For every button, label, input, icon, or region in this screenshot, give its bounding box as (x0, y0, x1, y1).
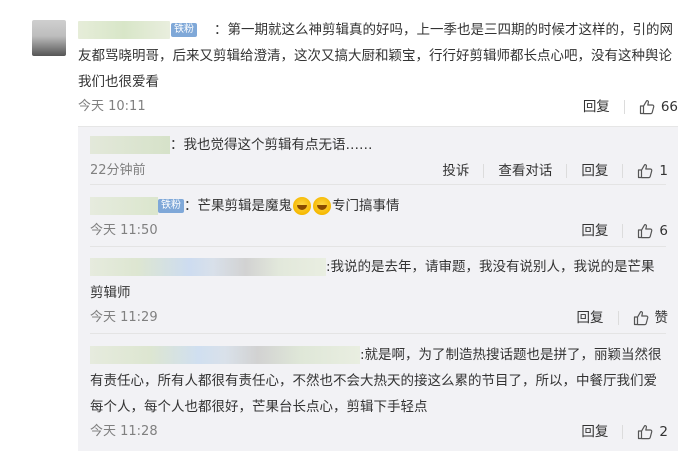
reply-meta: 今天 11:28 回复 2 (90, 422, 668, 442)
reply-time: 今天 11:50 (90, 223, 158, 238)
action-divider (623, 100, 625, 114)
like-count: 1 (659, 163, 668, 179)
action-divider (622, 224, 624, 238)
reply-button[interactable]: 回复 (581, 221, 608, 241)
reply-actions: 回复 6 (581, 221, 668, 241)
avatar[interactable] (32, 20, 66, 56)
comment-actions: 回复 66 (583, 97, 678, 117)
action-divider (566, 164, 568, 178)
reply-time: 今天 11:28 (90, 424, 158, 439)
username-blurred[interactable] (90, 136, 170, 154)
reply-actions: 回复 赞 (577, 308, 669, 328)
reply-button[interactable]: 回复 (581, 161, 608, 181)
like-button[interactable]: 1 (637, 161, 668, 181)
reply-meta: 今天 11:29 回复 赞 (90, 308, 668, 328)
laugh-cry-emoji-icon (313, 197, 331, 215)
report-button[interactable]: 投诉 (442, 161, 469, 181)
reply-meta: 22分钟前 投诉 查看对话 回复 1 (90, 161, 668, 181)
action-divider (622, 425, 624, 439)
reply-list: ：我也觉得这个剪辑有点无语…… 22分钟前 投诉 查看对话 回复 1 铁粉 ：芒果… (78, 126, 678, 451)
username-blurred[interactable] (90, 346, 360, 364)
like-count: 66 (660, 99, 678, 115)
action-divider (483, 164, 485, 178)
reply-time: 今天 11:29 (90, 310, 158, 325)
username-blurred[interactable] (90, 258, 326, 276)
like-button[interactable]: 66 (639, 97, 678, 117)
reply-item: :就是啊，为了制造热搜话题也是拼了，丽颖当然很有责任心，所有人都很有责任心，不然… (78, 334, 678, 451)
thumbs-up-icon (637, 163, 653, 179)
reply-item: 铁粉 ：芒果剪辑是魔鬼 专门搞事情 今天 11:50 回复 6 (78, 185, 678, 247)
reply-body-start: ：芒果剪辑是魔鬼 (184, 198, 292, 214)
like-count: 2 (659, 424, 668, 440)
action-divider (622, 164, 624, 178)
like-label: 赞 (654, 310, 669, 326)
like-button[interactable]: 6 (637, 221, 668, 241)
laugh-cry-emoji-icon (293, 197, 311, 215)
reply-meta: 今天 11:50 回复 6 (90, 221, 668, 241)
reply-body: ：我也觉得这个剪辑有点无语…… (170, 137, 373, 153)
comment-text: ：第一期就这么神剪辑真的好吗，上一季也是三四期的时候才这样的，引的网友都骂晓明哥… (78, 17, 678, 95)
iron-fan-badge: 铁粉 (158, 199, 184, 213)
reply-button[interactable]: 回复 (583, 97, 610, 117)
thumbs-up-icon (633, 310, 649, 326)
thumbs-up-icon (637, 223, 653, 239)
like-count: 6 (659, 223, 668, 239)
action-divider (617, 311, 619, 325)
reply-time: 22分钟前 (90, 163, 146, 178)
reply-text: 铁粉 ：芒果剪辑是魔鬼 专门搞事情 (90, 193, 668, 219)
view-dialog-button[interactable]: 查看对话 (498, 161, 552, 181)
reply-actions: 投诉 查看对话 回复 1 (442, 161, 668, 181)
thumbs-up-icon (639, 99, 655, 115)
reply-text: :就是啊，为了制造热搜话题也是拼了，丽颖当然很有责任心，所有人都很有责任心，不然… (90, 342, 668, 420)
reply-text: ：我也觉得这个剪辑有点无语…… (90, 132, 668, 158)
reply-button[interactable]: 回复 (577, 308, 604, 328)
comment-meta: 今天 10:11 回复 66 (78, 97, 678, 117)
reply-body-end: 专门搞事情 (332, 198, 400, 214)
reply-item: ：我也觉得这个剪辑有点无语…… 22分钟前 投诉 查看对话 回复 1 (78, 127, 678, 185)
reply-actions: 回复 2 (581, 422, 668, 442)
like-button[interactable]: 赞 (633, 308, 669, 328)
username-blurred[interactable] (90, 197, 158, 215)
comment-body: ：第一期就这么神剪辑真的好吗，上一季也是三四期的时候才这样的，引的网友都骂晓明哥… (78, 22, 673, 90)
thumbs-up-icon (637, 424, 653, 440)
reply-button[interactable]: 回复 (581, 422, 608, 442)
like-button[interactable]: 2 (637, 422, 668, 442)
comment-time: 今天 10:11 (78, 99, 146, 114)
reply-text: :我说的是去年，请审题，我没有说别人，我说的是芒果剪辑师 (90, 254, 668, 306)
main-comment: 铁粉 ：第一期就这么神剪辑真的好吗，上一季也是三四期的时候才这样的，引的网友都骂… (0, 0, 694, 125)
reply-item: :我说的是去年，请审题，我没有说别人，我说的是芒果剪辑师 今天 11:29 回复… (78, 247, 678, 334)
